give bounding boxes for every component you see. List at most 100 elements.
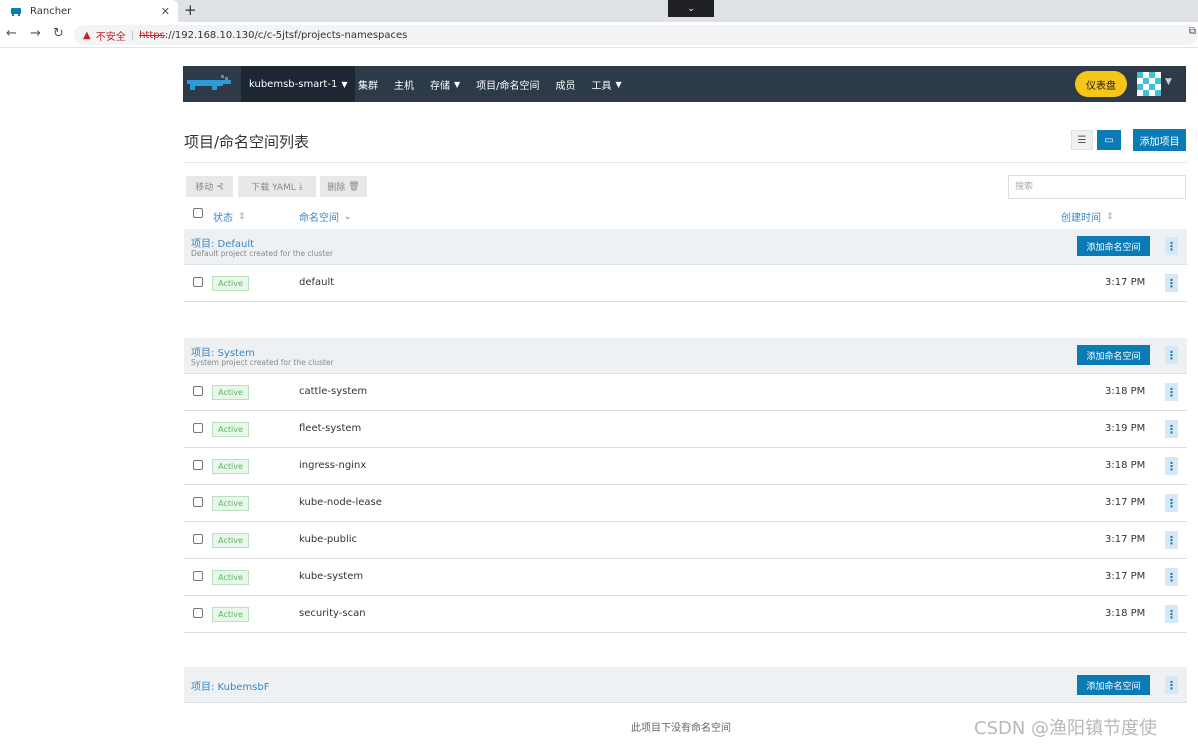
created-time: 3:17 PM bbox=[1105, 497, 1146, 508]
project-name[interactable]: 项目: KubemsbF bbox=[191, 678, 270, 693]
divider bbox=[184, 162, 1187, 163]
download-yaml-button[interactable]: 下载 YAML ⤓ bbox=[238, 176, 316, 197]
project-group-system: 项目: System System project created for th… bbox=[184, 338, 1187, 374]
kebab-menu-icon[interactable]: ⋮ bbox=[1165, 420, 1178, 438]
menu-item-nodes[interactable]: 主机 bbox=[394, 77, 414, 92]
kebab-menu-icon[interactable]: ⋮ bbox=[1165, 605, 1178, 623]
namespace-name[interactable]: default bbox=[299, 277, 334, 288]
select-all-checkbox[interactable] bbox=[193, 208, 203, 218]
table-row: Active kube-node-lease 3:17 PM ⋮ bbox=[184, 485, 1187, 522]
kebab-menu-icon[interactable]: ⋮ bbox=[1165, 274, 1178, 292]
kebab-menu-icon[interactable]: ⋮ bbox=[1165, 383, 1178, 401]
move-icon: ⊰ bbox=[216, 181, 224, 192]
table-row: Active fleet-system 3:19 PM ⋮ bbox=[184, 411, 1187, 448]
namespace-name[interactable]: kube-public bbox=[299, 534, 357, 545]
warning-icon: ▲ bbox=[83, 29, 91, 41]
menu-item-tools[interactable]: 工具 ▼ bbox=[592, 77, 622, 92]
row-checkbox[interactable] bbox=[193, 277, 203, 287]
url-separator: | bbox=[130, 29, 135, 41]
namespace-name[interactable]: kube-system bbox=[299, 571, 363, 582]
column-header-created[interactable]: 创建时间 ⇕ bbox=[1061, 209, 1114, 225]
dashboard-button[interactable]: 仪表盘 bbox=[1075, 71, 1127, 97]
row-checkbox[interactable] bbox=[193, 386, 203, 396]
column-header-namespace[interactable]: 命名空间 ⌄ bbox=[299, 209, 352, 225]
created-time: 3:17 PM bbox=[1105, 534, 1146, 545]
add-namespace-button[interactable]: 添加命名空间 bbox=[1077, 345, 1150, 365]
menu-item-cluster[interactable]: 集群 bbox=[358, 77, 378, 92]
cluster-name: kubemsb-smart-1 bbox=[249, 78, 338, 90]
kebab-menu-icon[interactable]: ⋮ bbox=[1165, 346, 1178, 364]
menu-item-storage-label: 存储 bbox=[430, 80, 450, 92]
created-time: 3:18 PM bbox=[1105, 386, 1146, 397]
row-checkbox[interactable] bbox=[193, 534, 203, 544]
chevron-down-icon: ▼ bbox=[341, 79, 348, 89]
sort-desc-icon: ⌄ bbox=[344, 211, 352, 222]
project-name[interactable]: 项目: System bbox=[191, 344, 255, 359]
column-namespace-label: 命名空间 bbox=[299, 213, 339, 224]
add-namespace-button[interactable]: 添加命名空间 bbox=[1077, 675, 1150, 695]
namespace-name[interactable]: fleet-system bbox=[299, 423, 361, 434]
status-badge: Active bbox=[212, 459, 249, 474]
trash-icon: 🗑 bbox=[348, 181, 360, 192]
project-group-default: 项目: Default Default project created for … bbox=[184, 229, 1187, 265]
project-name[interactable]: 项目: Default bbox=[191, 235, 254, 250]
kebab-menu-icon[interactable]: ⋮ bbox=[1165, 676, 1178, 694]
status-badge: Active bbox=[212, 385, 249, 400]
status-badge: Active bbox=[212, 533, 249, 548]
project-description: Default project created for the cluster bbox=[191, 249, 334, 258]
move-button[interactable]: 移动 ⊰ bbox=[186, 176, 233, 197]
row-checkbox[interactable] bbox=[193, 608, 203, 618]
row-checkbox[interactable] bbox=[193, 460, 203, 470]
status-badge: Active bbox=[212, 496, 249, 511]
add-namespace-button[interactable]: 添加命名空间 bbox=[1077, 236, 1150, 256]
kebab-menu-icon[interactable]: ⋮ bbox=[1165, 531, 1178, 549]
kebab-menu-icon[interactable]: ⋮ bbox=[1165, 494, 1178, 512]
row-checkbox[interactable] bbox=[193, 497, 203, 507]
column-header-state[interactable]: 状态 ⇕ bbox=[213, 209, 246, 225]
watermark: CSDN @渔阳镇节度使 bbox=[974, 718, 1158, 739]
chevron-down-icon[interactable]: ▼ bbox=[1165, 77, 1172, 87]
delete-button[interactable]: 删除 🗑 bbox=[320, 176, 367, 197]
tab-search-button[interactable]: ⌄ bbox=[668, 0, 714, 17]
browser-tab-bar: Rancher ✕ + ⌄ bbox=[0, 0, 1198, 22]
row-checkbox[interactable] bbox=[193, 423, 203, 433]
kebab-menu-icon[interactable]: ⋮ bbox=[1165, 568, 1178, 586]
rancher-logo-icon[interactable] bbox=[183, 72, 233, 96]
menu-item-members[interactable]: 成员 bbox=[556, 77, 576, 92]
rancher-header: kubemsb-smart-1 ▼ 集群 主机 存储 ▼ 项目/命名空间 成员 工… bbox=[183, 66, 1186, 102]
created-time: 3:19 PM bbox=[1105, 423, 1146, 434]
avatar[interactable] bbox=[1137, 72, 1161, 96]
forward-icon[interactable]: → bbox=[30, 26, 41, 41]
url-scheme: https bbox=[139, 29, 165, 41]
add-project-button[interactable]: 添加项目 bbox=[1133, 129, 1186, 151]
tab-close-icon[interactable]: ✕ bbox=[161, 5, 170, 18]
browser-tab[interactable]: Rancher ✕ bbox=[0, 0, 178, 22]
status-badge: Active bbox=[212, 570, 249, 585]
sort-icon: ⇕ bbox=[1106, 211, 1114, 222]
url-field[interactable]: ▲ 不安全 | https ://192.168.10.130/c/c-5jts… bbox=[74, 25, 1198, 45]
download-yaml-label: 下载 YAML bbox=[251, 183, 296, 193]
menu-item-projects[interactable]: 项目/命名空间 bbox=[476, 77, 539, 92]
new-tab-button[interactable]: + bbox=[184, 1, 197, 19]
group-view-icon[interactable]: ▭ bbox=[1097, 130, 1121, 150]
namespace-name[interactable]: cattle-system bbox=[299, 386, 367, 397]
insecure-label: 不安全 bbox=[95, 31, 126, 43]
extension-icon[interactable]: ⧉ bbox=[1189, 26, 1196, 37]
menu-item-storage[interactable]: 存储 ▼ bbox=[430, 77, 460, 92]
created-time: 3:17 PM bbox=[1105, 277, 1146, 288]
search-input[interactable] bbox=[1008, 175, 1186, 199]
row-checkbox[interactable] bbox=[193, 571, 203, 581]
table-row: Active security-scan 3:18 PM ⋮ bbox=[184, 596, 1187, 633]
namespace-name[interactable]: kube-node-lease bbox=[299, 497, 382, 508]
main-menu: 集群 主机 存储 ▼ 项目/命名空间 成员 工具 ▼ bbox=[358, 66, 638, 102]
cluster-selector[interactable]: kubemsb-smart-1 ▼ bbox=[241, 66, 356, 102]
reload-icon[interactable]: ↻ bbox=[53, 26, 64, 41]
project-description: System project created for the cluster bbox=[191, 358, 334, 367]
back-icon[interactable]: ← bbox=[6, 26, 17, 41]
namespace-name[interactable]: ingress-nginx bbox=[299, 460, 366, 471]
page-title: 项目/命名空间列表 bbox=[184, 133, 310, 151]
list-view-icon[interactable]: ☰ bbox=[1071, 130, 1093, 150]
namespace-name[interactable]: security-scan bbox=[299, 608, 366, 619]
kebab-menu-icon[interactable]: ⋮ bbox=[1165, 457, 1178, 475]
kebab-menu-icon[interactable]: ⋮ bbox=[1165, 237, 1178, 255]
